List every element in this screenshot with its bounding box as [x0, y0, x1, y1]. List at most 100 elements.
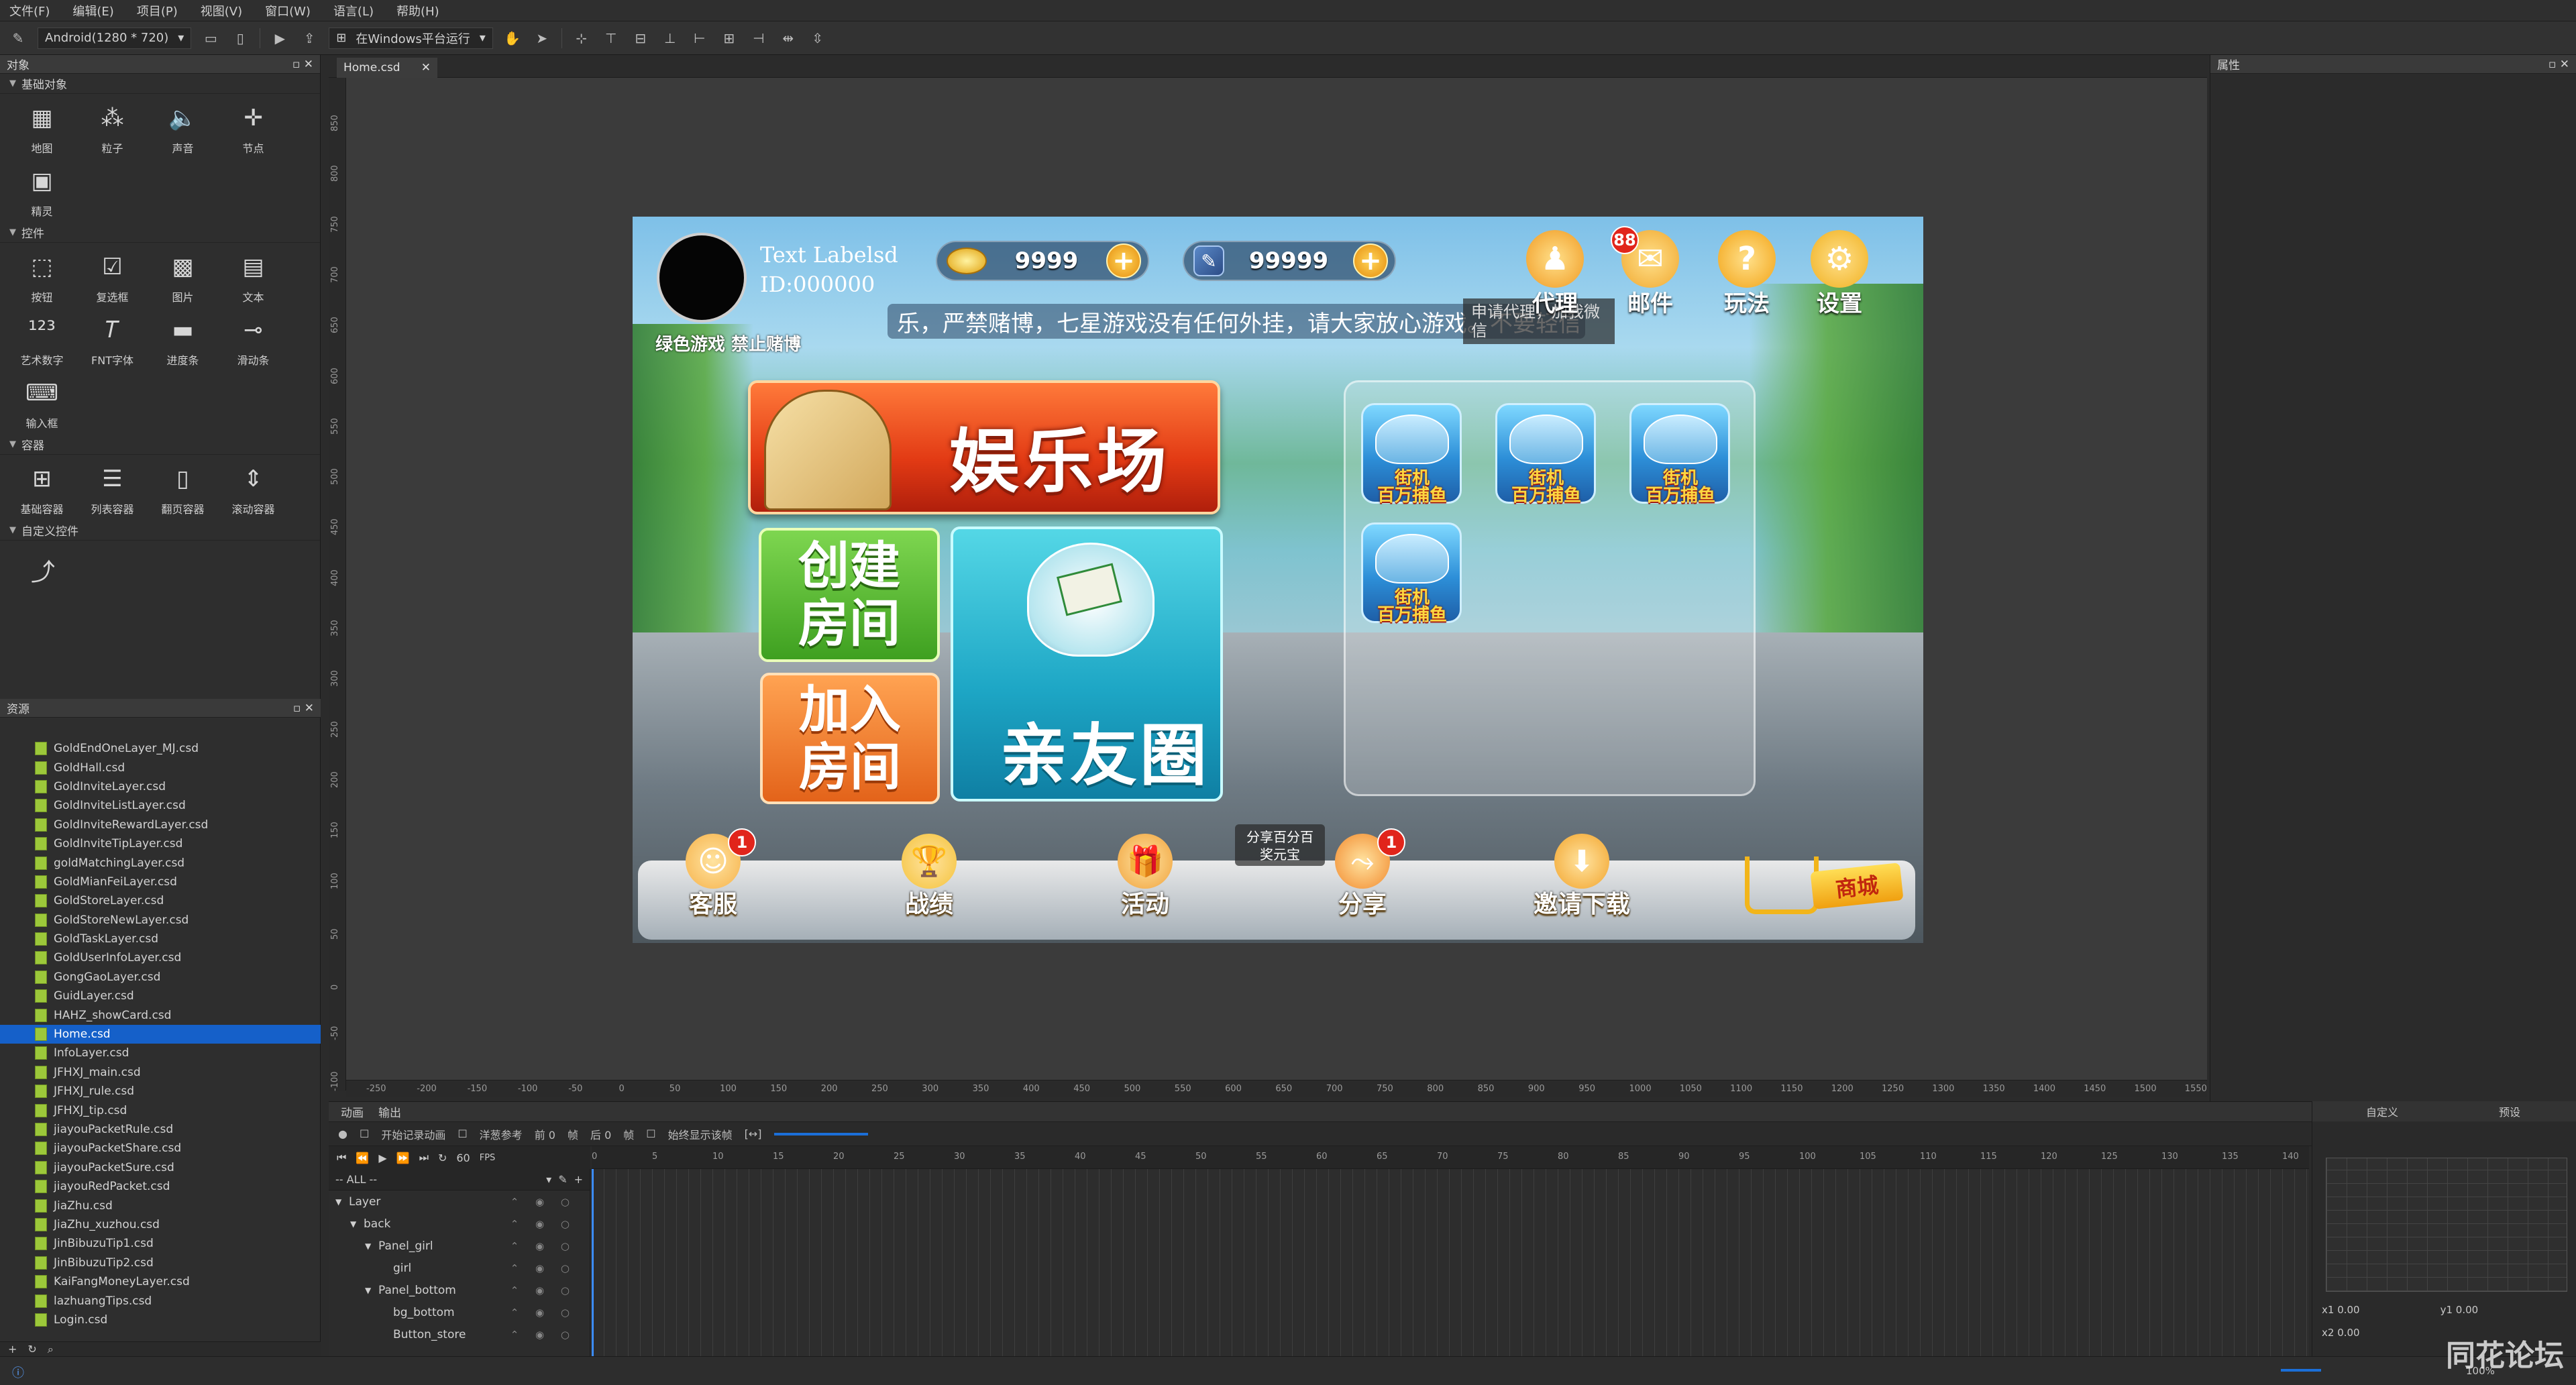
resource-file-item[interactable]: HAHZ_showCard.csd — [0, 1005, 321, 1024]
resource-file-item[interactable]: jiayouRedPacket.csd — [0, 1177, 321, 1196]
align-right-icon[interactable]: ⊣ — [749, 28, 769, 48]
fit-icon[interactable]: [↔] — [745, 1127, 762, 1140]
first-frame-icon[interactable]: ⏮ — [337, 1151, 346, 1164]
tab-animation[interactable]: 动画 — [341, 1103, 364, 1120]
resource-file-item[interactable]: GoldEndOneLayer_MJ.csd — [0, 739, 321, 758]
onion-after[interactable]: 后 0 — [590, 1126, 611, 1142]
resource-file-item[interactable]: lazhuangTips.csd — [0, 1291, 321, 1310]
expand-arrow-icon[interactable]: ▼ — [365, 1241, 378, 1251]
resource-file-item[interactable]: goldMatchingLayer.csd — [0, 853, 321, 872]
add-icon[interactable]: + — [574, 1173, 583, 1186]
layer-visibility-controls[interactable]: ⌃ ◉ ○ — [511, 1284, 576, 1296]
entertainment-hall-button[interactable]: 娱乐场 — [748, 380, 1220, 514]
layer-row[interactable]: ▼ Layer ⌃ ◉ ○ — [329, 1190, 590, 1213]
resource-file-item[interactable]: Login.csd — [0, 1311, 321, 1329]
menu-item[interactable]: 视图(V) — [201, 2, 242, 19]
resource-file-item[interactable]: GoldInviteRewardLayer.csd — [0, 816, 321, 834]
resource-file-item[interactable]: jiayouPacketShare.csd — [0, 1139, 321, 1158]
gold-counter[interactable]: 9999 + — [936, 241, 1149, 281]
resource-file-item[interactable]: GoldHall.csd — [0, 758, 321, 777]
layer-visibility-controls[interactable]: ⌃ ◉ ○ — [511, 1262, 576, 1274]
zoom-slider[interactable] — [773, 1132, 868, 1135]
top-button-settings[interactable]: ⚙ 设置 — [1803, 230, 1876, 318]
run-platform-select[interactable]: ⊞ 在Windows平台运行 ▾ — [329, 27, 493, 49]
resource-file-item[interactable]: GoldInviteLayer.csd — [0, 777, 321, 796]
resource-file-item[interactable]: JinBibuzuTip2.csd — [0, 1254, 321, 1272]
fishing-game-icon[interactable]: 街机 百万捕鱼 — [1361, 403, 1462, 504]
containers-section-header[interactable]: ▼ 容器 — [0, 435, 320, 455]
x2-value[interactable]: x2 0.00 — [2322, 1327, 2360, 1339]
expand-arrow-icon[interactable]: ▼ — [350, 1219, 364, 1229]
portrait-icon[interactable]: ▯ — [230, 28, 250, 48]
pointer-tool-icon[interactable]: ➤ — [532, 28, 552, 48]
expand-arrow-icon[interactable]: ▼ — [335, 1197, 349, 1207]
layer-row[interactable]: ▼ back ⌃ ◉ ○ — [329, 1213, 590, 1235]
resource-file-item[interactable]: GongGaoLayer.csd — [0, 968, 321, 987]
tool-text[interactable]: ▤ 文本 — [218, 251, 288, 304]
fps-value[interactable]: 60 — [456, 1152, 470, 1164]
next-frame-icon[interactable]: ⏩ — [396, 1152, 410, 1164]
tab-output[interactable]: 输出 — [378, 1103, 401, 1120]
info-icon[interactable]: ⓘ — [12, 1364, 24, 1381]
layer-visibility-controls[interactable]: ⌃ ◉ ○ — [511, 1218, 576, 1230]
tool-sound[interactable]: 🔈 声音 — [148, 102, 218, 156]
tool-listview[interactable]: ☰ 列表容器 — [77, 463, 148, 516]
top-button-agent[interactable]: ♟ 代理 — [1518, 230, 1592, 318]
tab-preset[interactable]: 预设 — [2499, 1103, 2520, 1119]
add-icon[interactable]: + — [8, 1343, 17, 1355]
resource-file-item[interactable]: JiaZhu.csd — [0, 1196, 321, 1215]
scene-preview[interactable]: Text Labelsd ID:000000 绿色游戏 禁止赌博 9999 + … — [633, 217, 1923, 943]
play-icon[interactable]: ▶ — [270, 28, 290, 48]
bottom-button-share[interactable]: ⤳ 分享 1 — [1316, 828, 1409, 920]
resource-file-item[interactable]: GoldInviteListLayer.csd — [0, 796, 321, 815]
avatar[interactable] — [657, 233, 747, 323]
search-icon[interactable]: ⌕ — [48, 1343, 54, 1356]
last-frame-icon[interactable]: ⏭ — [419, 1151, 429, 1164]
layer-row[interactable]: ▼ Panel_bottom ⌃ ◉ ○ — [329, 1279, 590, 1301]
join-room-button[interactable]: 加入 房间 — [760, 673, 940, 804]
publish-icon[interactable]: ⇪ — [299, 28, 319, 48]
resource-file-item[interactable]: jiayouPacketRule.csd — [0, 1120, 321, 1139]
resource-file-item[interactable]: JFHXJ_tip.csd — [0, 1101, 321, 1119]
layer-visibility-controls[interactable]: ⌃ ◉ ○ — [511, 1240, 576, 1252]
resource-file-item[interactable]: GoldStoreNewLayer.csd — [0, 911, 321, 930]
curve-editor-grid[interactable] — [2326, 1158, 2567, 1292]
align-bottom-icon[interactable]: ⊥ — [660, 28, 680, 48]
tool-slider[interactable]: ⊸ 滑动条 — [218, 314, 288, 368]
bottom-button-trophy[interactable]: 🏆 战绩 — [882, 834, 976, 920]
tool-pageview[interactable]: ▯ 翻页容器 — [148, 463, 218, 516]
loop-icon[interactable]: ↻ — [438, 1152, 447, 1164]
tool-checkbox[interactable]: ☑ 复选框 — [77, 251, 148, 304]
friends-circle-button[interactable]: 亲友圈 — [951, 527, 1223, 801]
layer-visibility-controls[interactable]: ⌃ ◉ ○ — [511, 1196, 576, 1208]
tool-artnum[interactable]: ¹²³ 艺术数字 — [7, 314, 77, 368]
align-left-icon[interactable]: ⊢ — [690, 28, 710, 48]
tab-home-csd[interactable]: Home.csd ✕ — [337, 58, 437, 78]
top-button-help[interactable]: ? 玩法 — [1710, 230, 1784, 318]
resource-file-item[interactable]: JiaZhu_xuzhou.csd — [0, 1215, 321, 1234]
resource-file-item[interactable]: jiayouPacketSure.csd — [0, 1158, 321, 1177]
loop-checkbox[interactable]: ☐ — [646, 1127, 655, 1140]
menu-item[interactable]: 项目(P) — [137, 2, 178, 19]
layer-row[interactable]: ▼ Panel_girl ⌃ ◉ ○ — [329, 1235, 590, 1257]
fishing-game-icon[interactable]: 街机 百万捕鱼 — [1495, 403, 1596, 504]
tool-panel[interactable]: ⊞ 基础容器 — [7, 463, 77, 516]
tool-button[interactable]: ⬚ 按钮 — [7, 251, 77, 304]
distribute-h-icon[interactable]: ⇹ — [778, 28, 798, 48]
bottom-button-download[interactable]: ⬇ 邀请下载 — [1525, 834, 1639, 920]
tool-image[interactable]: ▩ 图片 — [148, 251, 218, 304]
menu-item[interactable]: 帮助(H) — [396, 2, 439, 19]
tool-fnt[interactable]: 𝑇 FNT字体 — [77, 314, 148, 368]
align-middle-icon[interactable]: ⊟ — [631, 28, 651, 48]
record-icon[interactable]: ● — [338, 1127, 347, 1140]
bottom-button-gift[interactable]: 🎁 活动 — [1098, 834, 1192, 920]
layer-row[interactable]: bg_bottom ⌃ ◉ ○ — [329, 1301, 590, 1323]
basic-section-header[interactable]: ▼ 基础对象 — [0, 74, 320, 94]
edit-icon[interactable]: ✎ — [558, 1173, 567, 1186]
id-text-label[interactable]: ID:000000 — [760, 272, 875, 297]
panel-controls-icon[interactable]: ▫ ✕ — [293, 702, 314, 715]
tool-particle[interactable]: ⁂ 粒子 — [77, 102, 148, 156]
record-checkbox[interactable]: ☐ — [360, 1127, 369, 1140]
layer-row[interactable]: girl ⌃ ◉ ○ — [329, 1257, 590, 1279]
resource-file-item[interactable]: GuidLayer.csd — [0, 987, 321, 1005]
